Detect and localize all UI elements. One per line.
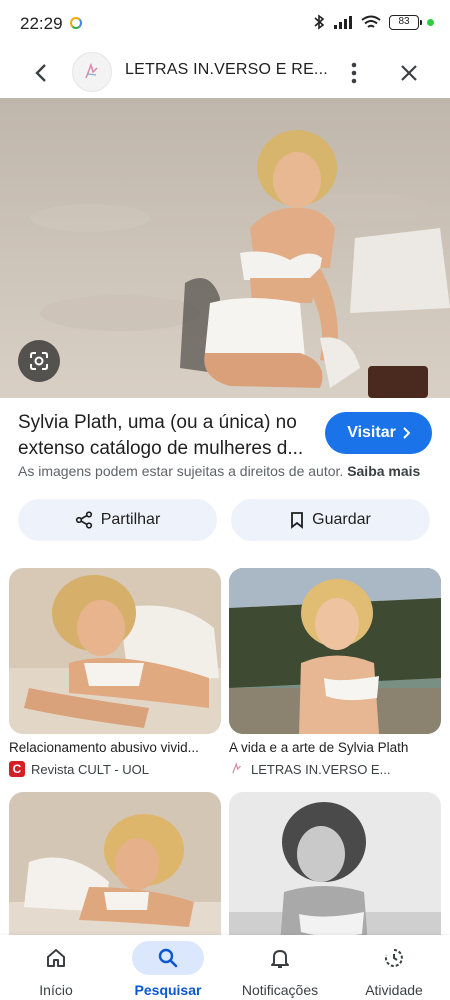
related-card[interactable]: A vida e a arte de Sylvia Plath LETRAS I… bbox=[229, 568, 441, 777]
nav-item-search[interactable]: Pesquisar bbox=[112, 935, 224, 1000]
related-image[interactable] bbox=[9, 568, 221, 734]
site-title: LETRAS IN.VERSO E RE... bbox=[125, 61, 328, 78]
arrow-back-icon bbox=[35, 64, 46, 82]
visit-button[interactable]: Visitar bbox=[325, 412, 432, 454]
battery-indicator: 83 bbox=[389, 14, 422, 30]
nav-item-notifications[interactable]: Notificações bbox=[224, 935, 336, 1000]
related-image[interactable] bbox=[229, 568, 441, 734]
copyright-text: As imagens podem estar sujeitas a direit… bbox=[18, 463, 344, 479]
lens-icon bbox=[30, 352, 48, 370]
related-card[interactable] bbox=[229, 792, 441, 958]
signal-icon bbox=[334, 16, 352, 29]
related-title[interactable]: Relacionamento abusivo vivid... bbox=[9, 740, 221, 755]
nav-item-home[interactable]: Início bbox=[0, 935, 112, 1000]
result-title-line2: extenso catálogo de mulheres d... bbox=[18, 438, 304, 459]
related-title[interactable]: A vida e a arte de Sylvia Plath bbox=[229, 740, 441, 755]
nav-item-activity[interactable]: Atividade bbox=[338, 935, 450, 1000]
bell-icon bbox=[271, 950, 289, 968]
related-card[interactable]: Relacionamento abusivo vivid... C Revist… bbox=[9, 568, 221, 777]
more-options-button[interactable] bbox=[340, 58, 368, 88]
related-source[interactable]: LETRAS IN.VERSO E... bbox=[229, 761, 441, 777]
close-button[interactable] bbox=[394, 58, 424, 88]
save-button-label: Guardar bbox=[312, 511, 371, 528]
status-time: 22:29 bbox=[20, 14, 63, 33]
share-button-label: Partilhar bbox=[100, 511, 161, 528]
related-photo-2 bbox=[229, 568, 441, 734]
privacy-dot-icon bbox=[427, 18, 434, 26]
related-photo-1 bbox=[9, 568, 221, 734]
nav-label: Atividade bbox=[365, 982, 423, 998]
nav-label: Notificações bbox=[241, 982, 319, 998]
bluetooth-icon bbox=[314, 14, 325, 30]
more-vert-icon bbox=[351, 62, 357, 84]
search-icon bbox=[158, 948, 178, 968]
status-icons: 83 bbox=[313, 14, 434, 30]
share-icon bbox=[75, 511, 92, 529]
bookmark-icon bbox=[291, 512, 304, 529]
google-lens-button[interactable] bbox=[18, 340, 60, 382]
main-image[interactable] bbox=[0, 98, 450, 398]
related-source-label: LETRAS IN.VERSO E... bbox=[251, 761, 391, 777]
save-button[interactable]: Guardar bbox=[231, 499, 430, 541]
copyright-notice: As imagens podem estar sujeitas a direit… bbox=[18, 463, 420, 479]
close-icon bbox=[401, 65, 417, 81]
beach-photo bbox=[0, 98, 450, 398]
status-bar: 22:29 83 bbox=[0, 0, 450, 48]
wifi-icon bbox=[361, 15, 381, 28]
revista-cult-logo-icon: C bbox=[9, 761, 25, 777]
learn-more-link[interactable]: Saiba mais bbox=[347, 463, 420, 479]
related-source[interactable]: C Revista CULT - UOL bbox=[9, 761, 221, 777]
history-icon bbox=[384, 949, 403, 967]
related-source-label: Revista CULT - UOL bbox=[31, 761, 149, 777]
related-photo-4 bbox=[229, 792, 441, 958]
related-image[interactable] bbox=[9, 792, 221, 958]
back-button[interactable] bbox=[26, 58, 56, 88]
visit-button-label: Visitar bbox=[347, 424, 396, 441]
site-logo bbox=[72, 52, 112, 92]
chevron-right-icon bbox=[403, 427, 410, 439]
related-card[interactable] bbox=[9, 792, 221, 958]
bottom-navigation: Início Pesquisar Notificações Atividade bbox=[0, 935, 450, 1000]
result-title[interactable]: Sylvia Plath, uma (ou a única) no extens… bbox=[18, 410, 318, 462]
nav-label: Pesquisar bbox=[134, 982, 202, 998]
related-photo-3 bbox=[9, 792, 221, 958]
home-icon bbox=[47, 949, 65, 967]
result-title-line1: Sylvia Plath, uma (ou a única) no bbox=[18, 412, 297, 433]
letras-logo-icon bbox=[229, 761, 245, 777]
nav-label: Início bbox=[39, 982, 73, 998]
related-image[interactable] bbox=[229, 792, 441, 958]
google-status-icon bbox=[70, 17, 82, 29]
share-button[interactable]: Partilhar bbox=[18, 499, 217, 541]
top-bar: LETRAS IN.VERSO E RE... bbox=[0, 48, 450, 98]
letras-logo-icon bbox=[85, 62, 98, 79]
